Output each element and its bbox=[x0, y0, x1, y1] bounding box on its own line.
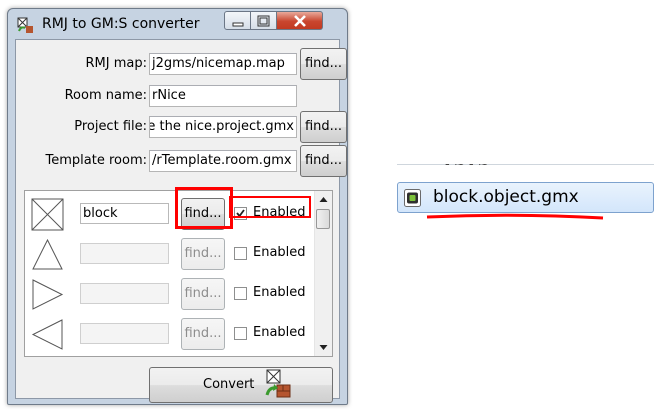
red-underline-annotation bbox=[426, 213, 604, 220]
triangle-right-icon bbox=[32, 279, 64, 310]
object-find-button[interactable]: find... bbox=[181, 318, 225, 350]
minimize-icon bbox=[232, 22, 244, 27]
enabled-label: Enabled bbox=[253, 325, 306, 340]
scroll-down-button[interactable] bbox=[315, 339, 332, 356]
enabled-checkbox[interactable] bbox=[234, 247, 247, 260]
enabled-checkbox[interactable] bbox=[234, 327, 247, 340]
title-bar[interactable]: RMJ to GM:S converter bbox=[8, 9, 347, 39]
highlight-find-button bbox=[175, 187, 233, 229]
maximize-button[interactable] bbox=[251, 11, 277, 30]
template-room-field[interactable]: /rTemplate.room.gmx bbox=[149, 150, 297, 172]
selected-file-row[interactable]: block.object.gmx bbox=[397, 182, 654, 213]
partial-file-row: - ~ - ~ bbox=[445, 164, 489, 172]
maximize-icon bbox=[257, 15, 270, 27]
enabled-label: Enabled bbox=[253, 285, 306, 300]
scroll-thumb[interactable] bbox=[316, 209, 330, 229]
crossed-square-icon bbox=[31, 198, 64, 231]
converter-window: RMJ to GM:S converter RMJ map: j2gms/nic… bbox=[7, 8, 348, 405]
highlight-enabled-checkbox bbox=[229, 196, 311, 218]
minimize-button[interactable] bbox=[224, 11, 251, 30]
object-find-button[interactable]: find... bbox=[181, 278, 225, 310]
room-name-field[interactable]: rNice bbox=[149, 85, 297, 107]
close-button[interactable] bbox=[277, 11, 323, 30]
room-name-label: Room name: bbox=[64, 88, 147, 103]
template-room-label: Template room: bbox=[45, 153, 147, 168]
object-name-input[interactable] bbox=[80, 243, 169, 264]
enabled-checkbox[interactable] bbox=[234, 287, 247, 300]
arrow-up-icon bbox=[319, 197, 328, 202]
object-list-scrollbar[interactable] bbox=[314, 191, 332, 356]
converter-app-icon bbox=[17, 17, 33, 33]
triangle-left-icon bbox=[31, 319, 63, 350]
arrow-down-icon bbox=[319, 345, 328, 350]
project-file-label: Project file: bbox=[74, 119, 147, 134]
triangle-up-icon bbox=[32, 238, 63, 270]
template-room-find-button[interactable]: find... bbox=[300, 145, 347, 177]
convert-button[interactable]: Convert bbox=[149, 367, 333, 403]
object-row: find... Enabled bbox=[25, 234, 316, 274]
scroll-up-button[interactable] bbox=[315, 191, 332, 208]
convert-icon bbox=[265, 369, 291, 398]
project-file-find-button[interactable]: find... bbox=[300, 111, 347, 143]
rmj-map-find-button[interactable]: find... bbox=[300, 48, 347, 80]
object-row: find... Enabled bbox=[25, 274, 316, 314]
gmx-object-file-icon bbox=[404, 189, 421, 207]
window-title: RMJ to GM:S converter bbox=[42, 16, 200, 32]
file-name: block.object.gmx bbox=[433, 187, 579, 207]
object-row: find... Enabled bbox=[25, 314, 316, 354]
object-name-input[interactable] bbox=[80, 283, 169, 304]
object-find-button[interactable]: find... bbox=[181, 238, 225, 270]
close-icon bbox=[294, 15, 306, 27]
rmj-map-label: RMJ map: bbox=[85, 56, 147, 71]
project-file-field[interactable]: e the nice.project.gmx bbox=[149, 116, 297, 138]
divider bbox=[397, 164, 654, 165]
object-name-input[interactable]: block bbox=[80, 203, 169, 224]
rmj-map-field[interactable]: j2gms/nicemap.map bbox=[149, 53, 297, 75]
enabled-label: Enabled bbox=[253, 245, 306, 260]
convert-label: Convert bbox=[203, 377, 255, 392]
object-name-input[interactable] bbox=[80, 323, 169, 344]
file-explorer-snippet: - ~ - ~ block.object.gmx bbox=[385, 164, 654, 226]
